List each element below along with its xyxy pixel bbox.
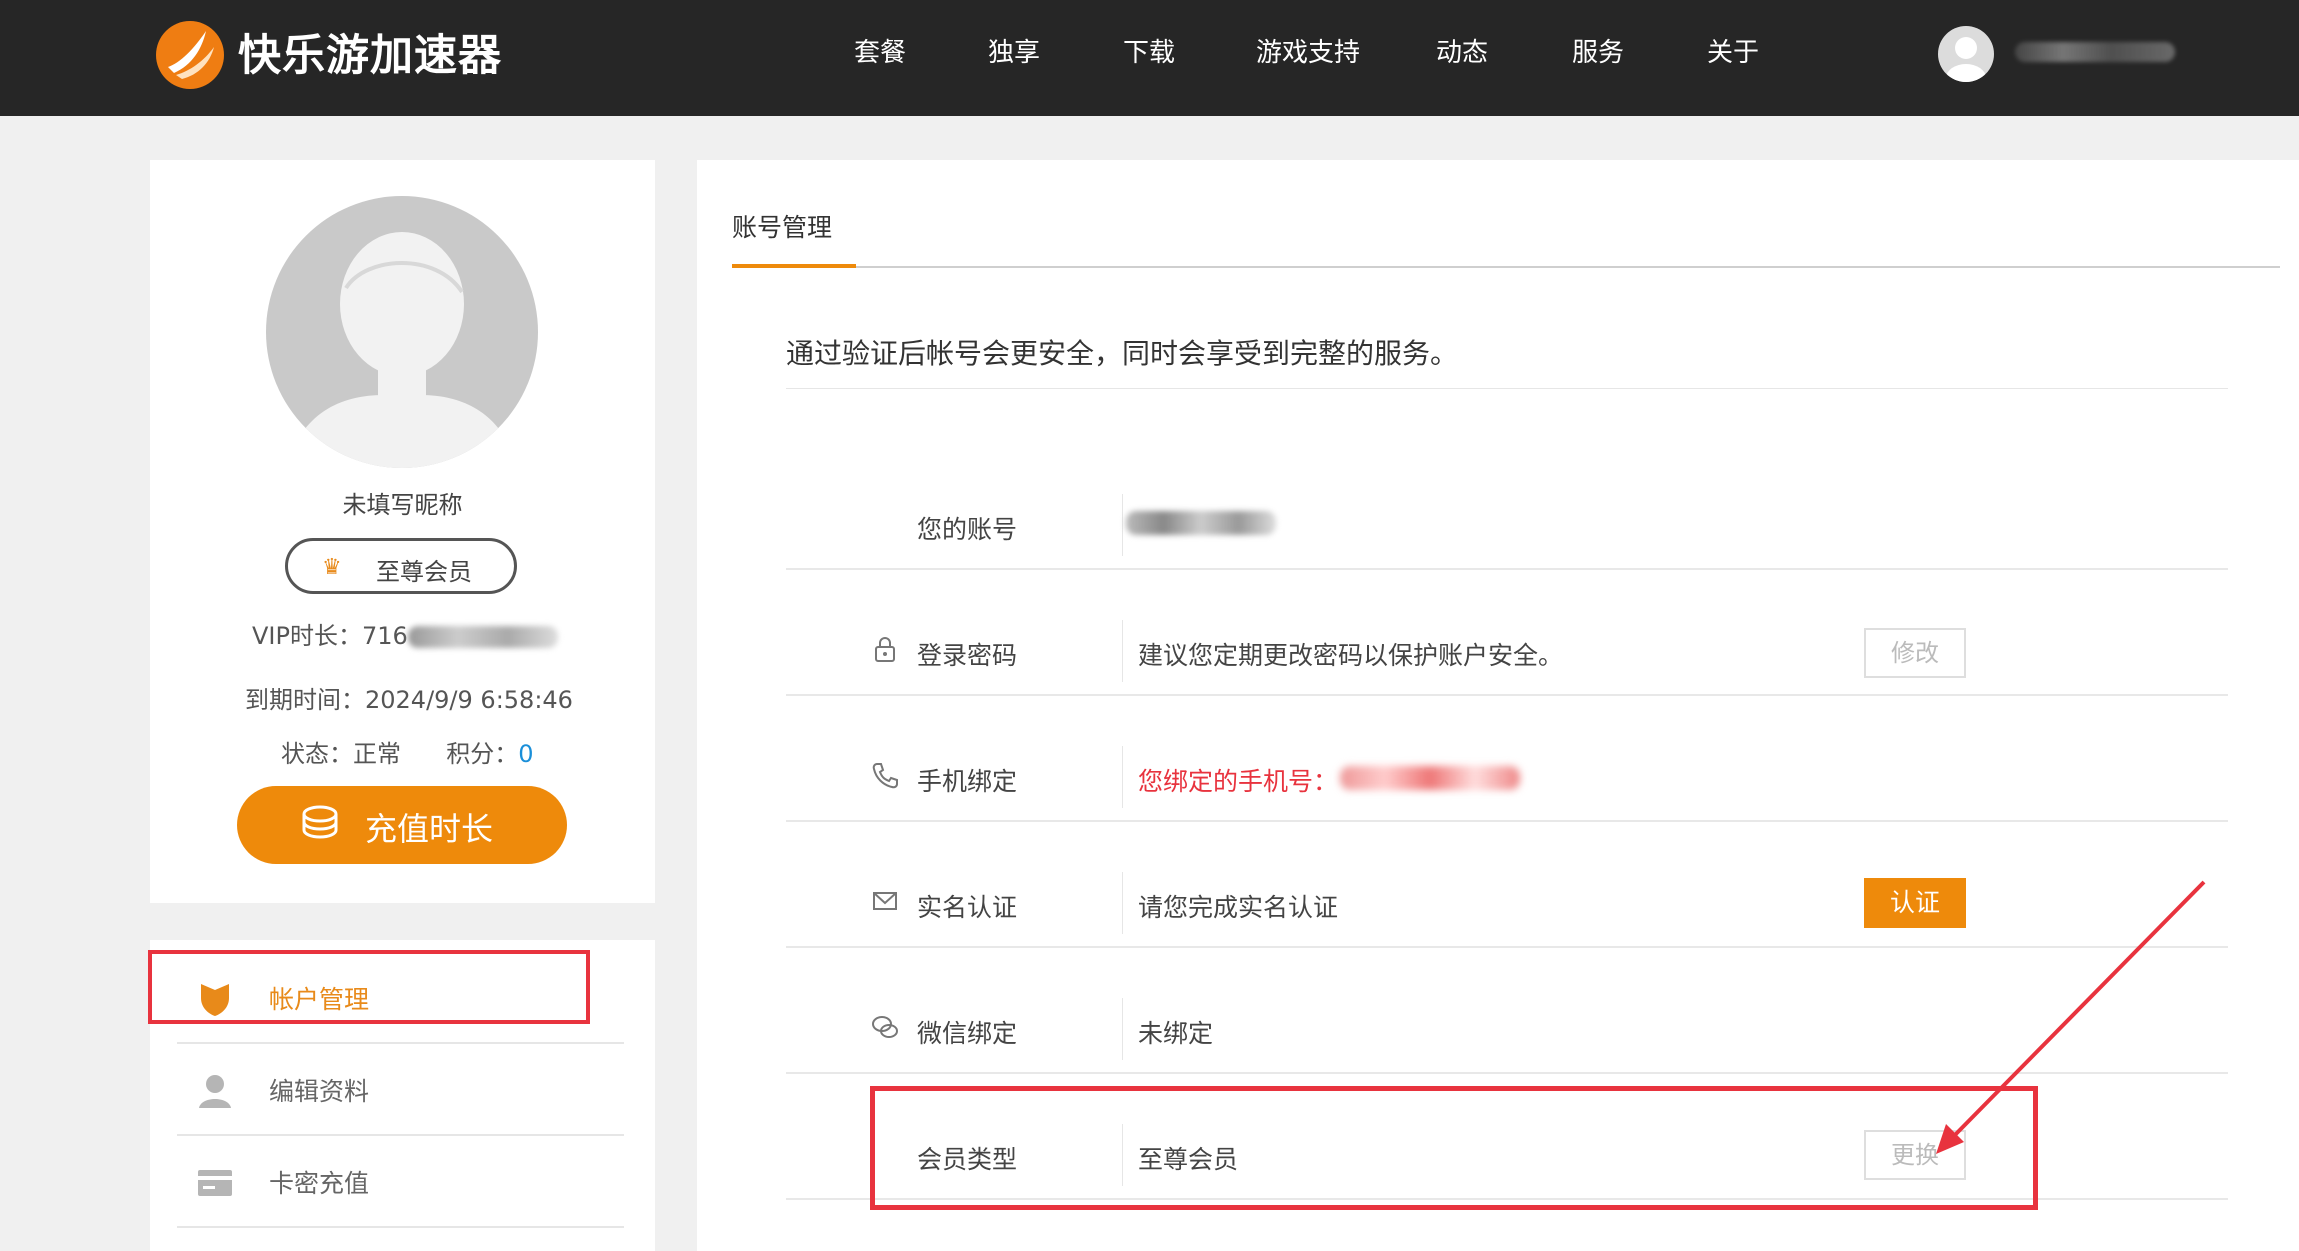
recharge-button[interactable]: 充值时长 [237,786,567,864]
divider [1122,998,1123,1060]
vip-duration-value: 716 [361,622,408,650]
coins-icon [302,805,338,839]
profile-nickname: 未填写昵称 [342,491,463,519]
phone-number-redacted [1340,766,1520,790]
vip-duration-row: VIP时长：716 [252,616,558,651]
divider [1122,746,1123,808]
row-divider [786,568,2228,570]
menu-item-label: 编辑资料 [269,1077,370,1106]
vip-duration-label: VIP时长： [252,622,362,650]
phone-icon [872,763,898,789]
account-value-redacted [1126,511,1276,535]
divider [1122,872,1123,934]
mail-icon [873,892,897,910]
password-label: 登录密码 [917,641,1018,670]
points-label: 积分： [446,740,519,768]
default-avatar-icon [286,232,518,468]
wechat-icon [872,1016,898,1038]
status-label: 状态： [281,740,353,768]
lock-icon [875,637,895,662]
nav-exclusive[interactable]: 独享 [988,36,1040,70]
row-divider [786,694,2228,696]
active-tab-indicator [732,264,856,268]
annotation-highlight-box [870,1086,2038,1210]
annotation-highlight-box [148,950,590,1024]
nav-game-support[interactable]: 游戏支持 [1256,36,1360,70]
row-divider [786,1072,2228,1074]
nav-about[interactable]: 关于 [1707,36,1759,70]
profile-avatar[interactable] [266,196,538,468]
verify-button[interactable]: 认证 [1864,878,1966,928]
logo-icon[interactable] [154,19,226,91]
username-redacted[interactable] [2015,42,2175,62]
divider [1122,494,1123,556]
user-icon [199,1075,231,1108]
divider [786,388,2228,389]
menu-item-label: 卡密充值 [269,1169,370,1198]
brand-name[interactable]: 快乐游加速器 [238,28,502,84]
nav-service[interactable]: 服务 [1572,36,1624,70]
vip-level-label: 至尊会员 [376,558,472,586]
real-name-label: 实名认证 [917,893,1018,922]
card-icon [198,1170,232,1196]
expiry-row: 到期时间：2024/9/9 6:58:46 [245,680,573,715]
account-label: 您的账号 [917,515,1018,544]
user-avatar-icon [1946,37,1986,82]
row-divider [786,946,2228,948]
nav-news[interactable]: 动态 [1436,36,1488,70]
tab-divider [732,266,2280,268]
row-divider [786,820,2228,822]
status-points-row: 状态：正常 积分：0 [281,734,534,769]
nav-packages[interactable]: 套餐 [854,36,906,70]
crown-icon: ♛ [322,555,342,580]
vip-level-badge: ♛ 至尊会员 [285,538,517,594]
change-password-button[interactable]: 修改 [1864,628,1966,678]
expiry-label: 到期时间： [245,686,365,714]
phone-binding-text: 您绑定的手机号： [1138,767,1339,796]
status-value: 正常 [353,740,401,768]
wechat-binding-status: 未绑定 [1138,1019,1214,1048]
expiry-value: 2024/9/9 6:58:46 [365,686,573,714]
divider [1122,620,1123,682]
password-hint: 建议您定期更改密码以保护账户安全。 [1138,641,1564,670]
real-name-hint: 请您完成实名认证 [1138,893,1339,922]
wechat-binding-label: 微信绑定 [917,1019,1018,1048]
security-notice: 通过验证后帐号会更安全，同时会享受到完整的服务。 [786,337,1459,370]
points-value[interactable]: 0 [518,740,533,768]
menu-item-edit-profile[interactable]: 编辑资料 [177,1044,624,1136]
menu-item-card-recharge[interactable]: 卡密充值 [177,1136,624,1228]
recharge-button-label: 充值时长 [365,810,494,848]
phone-binding-label: 手机绑定 [917,767,1018,796]
nav-download[interactable]: 下载 [1123,36,1175,70]
tab-account-management[interactable]: 账号管理 [732,208,832,244]
vip-duration-redacted [407,626,558,648]
user-avatar[interactable] [1938,26,1994,82]
